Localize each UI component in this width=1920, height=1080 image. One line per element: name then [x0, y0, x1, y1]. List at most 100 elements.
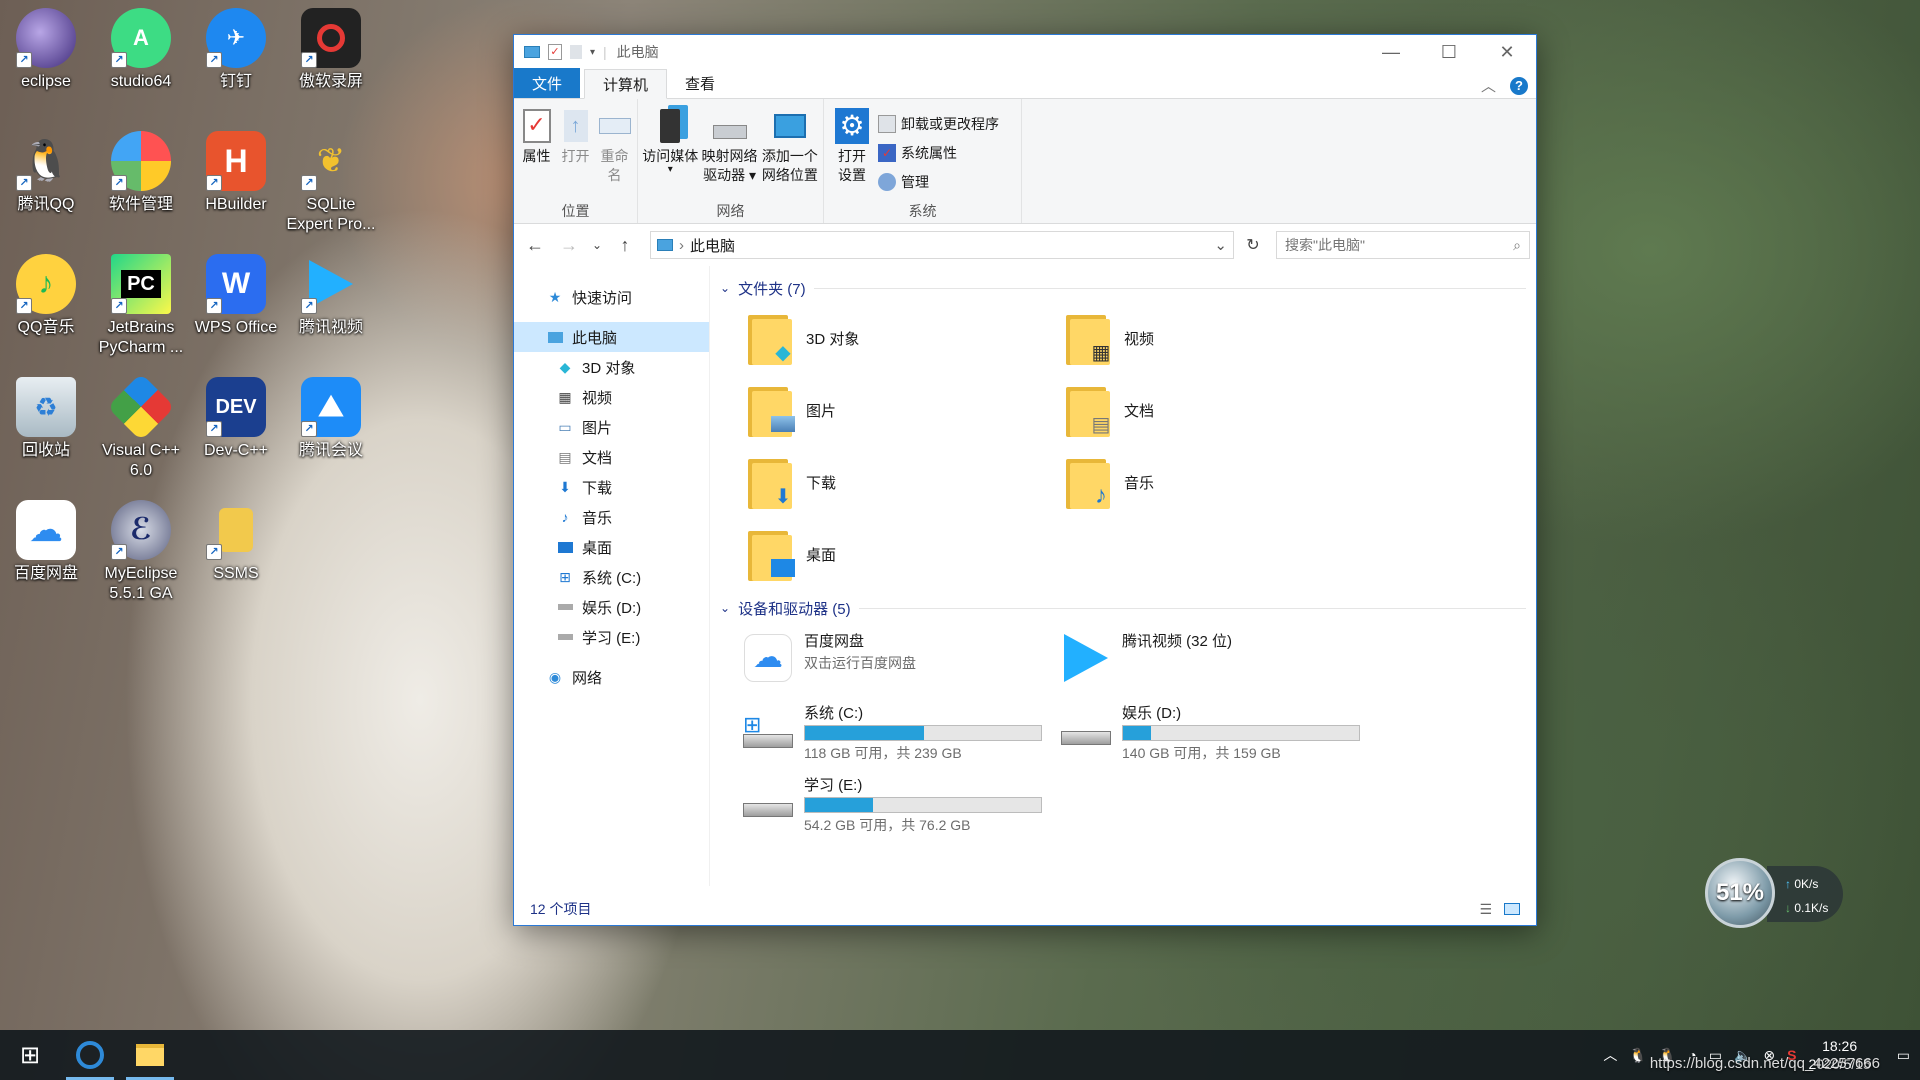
open-settings-button[interactable]: ⚙ 打开 设置 [828, 103, 876, 201]
new-folder-quick-icon[interactable] [570, 45, 582, 59]
desktop-icon-software-manager[interactable]: ↗ 软件管理 [95, 125, 187, 215]
close-button[interactable]: ✕ [1478, 35, 1536, 69]
details-view-icon[interactable]: ☰ [1479, 901, 1492, 918]
tab-file[interactable]: 文件 [514, 68, 581, 98]
nav-label: 视频 [582, 389, 613, 407]
desktop-icon-ssms[interactable]: ↗ SSMS [190, 494, 282, 584]
desktop-icon-myeclipse[interactable]: ℰ ↗ MyEclipse 5.5.1 GA [95, 494, 187, 604]
address-bar[interactable]: › 此电脑 ⌄ [650, 231, 1234, 259]
forward-button[interactable]: → [554, 230, 584, 260]
open-button[interactable]: ↑ 打开 [557, 103, 594, 201]
collapse-ribbon-icon[interactable]: ︿ [1481, 75, 1496, 96]
nav-quick-access[interactable]: ★ 快速访问 [514, 282, 709, 312]
drive-usage-bar [804, 725, 1042, 741]
breadcrumb-this-pc[interactable]: 此电脑 [690, 235, 735, 256]
map-network-drive-button[interactable]: 映射网络 驱动器 ▾ [700, 103, 758, 201]
folder-downloads[interactable]: ⬇ 下载 [748, 446, 1066, 518]
tab-computer[interactable]: 计算机 [584, 69, 668, 99]
rename-button[interactable]: 重命名 [596, 103, 633, 201]
help-icon[interactable]: ? [1510, 76, 1528, 95]
address-dropdown-icon[interactable]: ⌄ [1214, 236, 1227, 254]
desktop-icon-devcpp[interactable]: DEV ↗ Dev-C++ [190, 371, 282, 461]
nav-drive-c[interactable]: ⊞ 系统 (C:) [514, 562, 709, 592]
folder-desktop[interactable]: 桌面 [748, 518, 1066, 590]
nav-label: 桌面 [582, 539, 613, 557]
search-box[interactable]: ⌕ [1276, 231, 1530, 259]
uninstall-programs-button[interactable]: 卸载或更改程序 [878, 111, 999, 137]
desktop-icon-baidu-netdisk[interactable]: ☁ 百度网盘 [0, 494, 92, 584]
folder-documents[interactable]: ▤ 文档 [1066, 374, 1384, 446]
folder-pictures[interactable]: 图片 [748, 374, 1066, 446]
network-speed-widget[interactable]: ↑ 0K/s ↓ 0.1K/s 51% [1705, 858, 1845, 930]
desktop-icon-studio64[interactable]: A ↗ studio64 [95, 2, 187, 92]
desktop-icon-hbuilder[interactable]: H ↗ HBuilder [190, 125, 282, 215]
nav-this-pc[interactable]: 此电脑 [514, 322, 709, 352]
desktop-icon-recorder[interactable]: ↗ 傲软录屏 [285, 2, 377, 92]
add-network-location-button[interactable]: 添加一个 网络位置 [761, 103, 819, 201]
nav-videos[interactable]: ▦ 视频 [514, 382, 709, 412]
navigation-bar: ← → ⌄ ↑ › 此电脑 ⌄ ↻ ⌕ [514, 224, 1536, 266]
maximize-button[interactable]: ☐ [1420, 35, 1478, 69]
folder-music[interactable]: ♪ 音乐 [1066, 446, 1384, 518]
properties-button[interactable]: ✓ 属性 [518, 103, 555, 201]
desktop-icon-vc6[interactable]: Visual C++ 6.0 [95, 371, 187, 481]
screen-recorder-icon: ↗ [301, 8, 361, 68]
desktop-icon-qqmusic[interactable]: ♪ ↗ QQ音乐 [0, 248, 92, 338]
start-button[interactable]: ⊞ [0, 1030, 60, 1080]
chevron-up-icon[interactable]: ︿ [1603, 1045, 1617, 1065]
device-tencent-video[interactable]: 腾讯视频 (32 位) [1058, 622, 1376, 694]
tab-view[interactable]: 查看 [667, 68, 733, 98]
notification-center-icon[interactable]: ▭ [1897, 1047, 1910, 1064]
nav-desktop[interactable]: 桌面 [514, 532, 709, 562]
rename-icon [598, 107, 632, 145]
folder-label: 视频 [1124, 330, 1155, 348]
desktop-icon-tencent-video[interactable]: ↗ 腾讯视频 [285, 248, 377, 338]
refresh-button[interactable]: ↻ [1238, 230, 1268, 260]
taskbar-browser[interactable] [60, 1030, 120, 1080]
nav-drive-d[interactable]: 娱乐 (D:) [514, 592, 709, 622]
back-button[interactable]: ← [520, 230, 550, 260]
folder-label: 图片 [806, 402, 837, 420]
minimize-button[interactable]: — [1362, 35, 1420, 69]
desktop-icon-dingtalk[interactable]: ✈ ↗ 钉钉 [190, 2, 282, 92]
device-baidu-netdisk[interactable]: ☁ 百度网盘 双击运行百度网盘 [740, 622, 1058, 694]
nav-music[interactable]: ♪ 音乐 [514, 502, 709, 532]
access-media-button[interactable]: 访问媒体 ▾ [642, 103, 698, 201]
desktop-icon-sqlite[interactable]: ❦ ↗ SQLite Expert Pro... [285, 125, 377, 235]
desktop-icon-wps[interactable]: W ↗ WPS Office [190, 248, 282, 338]
desktop-icon-pycharm[interactable]: PC ↗ JetBrains PyCharm ... [95, 248, 187, 358]
desktop-icon-eclipse[interactable]: ↗ eclipse [0, 2, 92, 92]
nav-3d-objects[interactable]: ◆ 3D 对象 [514, 352, 709, 382]
ribbon-tabs: 文件 计算机 查看 ︿ ? [514, 68, 1536, 99]
drive-c[interactable]: ⊞ 系统 (C:) 118 GB 可用，共 239 GB [740, 694, 1058, 766]
nav-downloads[interactable]: ⬇ 下载 [514, 472, 709, 502]
drive-usage-bar [804, 797, 1042, 813]
properties-quick-icon[interactable]: ✓ [548, 44, 562, 60]
chevron-down-icon[interactable]: ▾ [590, 47, 595, 58]
drive-usage-fill [1123, 726, 1152, 740]
nav-pictures[interactable]: ▭ 图片 [514, 412, 709, 442]
qq-tray-icon[interactable]: 🐧 [1629, 1047, 1646, 1064]
drive-d[interactable]: 娱乐 (D:) 140 GB 可用，共 159 GB [1058, 694, 1376, 766]
nav-label: 娱乐 (D:) [582, 599, 642, 617]
devices-section-header[interactable]: ⌄ 设备和驱动器 (5) [720, 594, 1526, 622]
recent-locations-button[interactable]: ⌄ [588, 230, 606, 260]
desktop-icon-recycle-bin[interactable]: ♻ 回收站 [0, 371, 92, 461]
large-icons-view-icon[interactable] [1504, 903, 1520, 915]
nav-drive-e[interactable]: 学习 (E:) [514, 622, 709, 652]
desktop-icon-qq[interactable]: 🐧 ↗ 腾讯QQ [0, 125, 92, 215]
nav-network[interactable]: ◉ 网络 [514, 662, 709, 692]
taskbar-file-explorer[interactable] [120, 1030, 180, 1080]
nav-documents[interactable]: ▤ 文档 [514, 442, 709, 472]
folder-videos[interactable]: ▦ 视频 [1066, 302, 1384, 374]
drive-e[interactable]: 学习 (E:) 54.2 GB 可用，共 76.2 GB [740, 766, 1058, 838]
system-properties-button[interactable]: ✓ 系统属性 [878, 140, 999, 166]
manage-button[interactable]: 管理 [878, 169, 999, 195]
desktop-icon-tencent-meeting[interactable]: ⛰ ↗ 腾讯会议 [285, 371, 377, 461]
up-button[interactable]: ↑ [610, 230, 640, 260]
folder-3d-objects[interactable]: ◆ 3D 对象 [748, 302, 1066, 374]
folders-section-header[interactable]: ⌄ 文件夹 (7) [720, 274, 1526, 302]
memory-usage-ball: 51% [1705, 858, 1775, 928]
search-input[interactable] [1285, 237, 1514, 253]
search-icon[interactable]: ⌕ [1513, 237, 1521, 254]
